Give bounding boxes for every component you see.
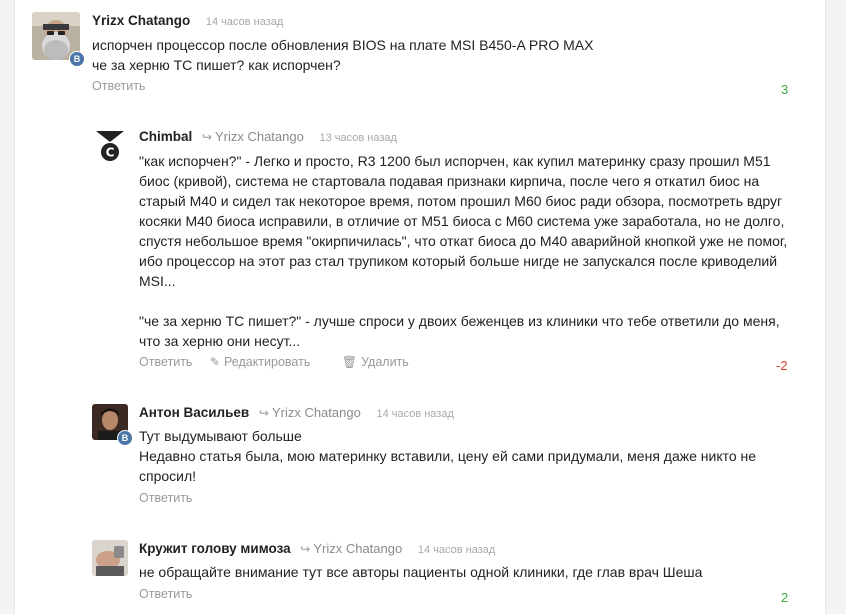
comment-actions: Ответить — [139, 587, 206, 601]
comment-text: "как испорчен?" - Легко и просто, R3 120… — [139, 151, 799, 351]
reply-button[interactable]: Ответить — [92, 79, 145, 93]
rating-score: 2 — [781, 590, 789, 605]
edit-button[interactable]: ✎ Редактировать — [210, 355, 324, 369]
author-name[interactable]: Антон Васильев — [139, 405, 249, 420]
reply-arrow-icon: ↪ — [201, 130, 212, 144]
text-line: испорчен процессор после обновления BIOS… — [92, 37, 594, 53]
copyright-logo-avatar[interactable]: C — [93, 128, 127, 164]
comment-text: не обращайте внимание тут все авторы пац… — [139, 562, 799, 582]
text-line: Тут выдумывают больше — [139, 428, 302, 444]
text-line: старый M40 и сидел так некоторое время, … — [139, 193, 783, 209]
vk-badge-label: B — [73, 54, 81, 64]
text-line: Недавно статья была, мою материнку встав… — [139, 448, 757, 464]
comment-header: Chimbal ↪ Yrizx Chatango 13 часов назад — [139, 129, 397, 144]
text-line: че за херню ТС пишет? как испорчен? — [92, 57, 341, 73]
text-line: спросил! — [139, 468, 197, 484]
vk-badge-label: B — [121, 433, 129, 443]
timestamp[interactable]: 14 часов назад — [418, 544, 495, 556]
svg-text:C: C — [106, 146, 115, 160]
author-name[interactable]: Chimbal — [139, 129, 192, 144]
comment-actions: Ответить — [139, 491, 206, 505]
text-line: ибо процессор на этот раз стал трупиком … — [139, 253, 778, 269]
vk-badge: B — [69, 51, 85, 67]
text-line: биос (кривой), система не стартовала под… — [139, 173, 760, 189]
text-line: косяки M40 биоса исправили, в отличие от… — [139, 213, 785, 229]
reply-to-name: Yrizx Chatango — [313, 541, 403, 556]
pencil-icon: ✎ — [209, 355, 220, 369]
comment-actions: Ответить ✎ Редактировать 🗑 Удалить — [139, 355, 437, 369]
delete-button[interactable]: 🗑 Удалить — [342, 355, 423, 369]
reply-button[interactable]: Ответить — [139, 355, 192, 369]
comment-actions: Ответить — [92, 79, 159, 93]
text-line: "как испорчен?" - Легко и просто, R3 120… — [139, 153, 771, 169]
reply-to-name: Yrizx Chatango — [271, 405, 361, 420]
comment-header: Антон Васильев ↪ Yrizx Chatango 14 часов … — [139, 405, 454, 420]
hand-photo-avatar[interactable] — [92, 540, 128, 576]
reply-to-link[interactable]: ↪ Yrizx Chatango — [259, 405, 361, 420]
reply-to-link[interactable]: ↪ Yrizx Chatango — [300, 541, 402, 556]
rating-score: 3 — [781, 82, 789, 97]
delete-label: Удалить — [361, 355, 409, 369]
comment-text: Тут выдумывают больше Недавно статья был… — [139, 426, 799, 486]
text-line: что за херню они несут... — [139, 333, 301, 349]
text-line: "че за херню ТС пишет?" - лучше спроси у… — [139, 313, 780, 329]
comment-1: B Yrizx Chatango 14 часов назад испорчен… — [15, 0, 825, 100]
comment-3: B Антон Васильев ↪ Yrizx Chatango 14 часо… — [15, 395, 825, 515]
reply-arrow-icon: ↪ — [300, 542, 311, 556]
edit-label: Редактировать — [223, 355, 311, 369]
comments-panel: B Yrizx Chatango 14 часов назад испорчен… — [14, 0, 826, 614]
author-name[interactable]: Yrizx Chatango — [92, 13, 190, 28]
trash-icon: 🗑 — [341, 355, 358, 369]
reply-to-link[interactable]: ↪ Yrizx Chatango — [202, 129, 304, 144]
reply-button[interactable]: Ответить — [139, 491, 192, 505]
author-name[interactable]: Кружит голову мимоза — [139, 541, 291, 556]
text-line — [139, 291, 799, 311]
timestamp[interactable]: 14 часов назад — [206, 16, 283, 28]
timestamp[interactable]: 14 часов назад — [376, 408, 453, 420]
comment-text: испорчен процессор после обновления BIOS… — [92, 35, 782, 75]
timestamp[interactable]: 13 часов назад — [319, 132, 396, 144]
text-line: MSI... — [139, 273, 176, 289]
comment-header: Yrizx Chatango 14 часов назад — [92, 13, 283, 28]
reply-arrow-icon: ↪ — [258, 406, 269, 420]
comment-2: C Chimbal ↪ Yrizx Chatango 13 часов назад… — [15, 118, 825, 378]
reply-button[interactable]: Ответить — [139, 587, 192, 601]
text-line: спустя небольшое время "окирпичилась", ч… — [139, 233, 788, 249]
comment-header: Кружит голову мимоза ↪ Yrizx Chatango 14 … — [139, 541, 495, 556]
rating-score: -2 — [776, 358, 788, 373]
vk-badge: B — [117, 430, 133, 446]
comment-4: Кружит голову мимоза ↪ Yrizx Chatango 14 … — [15, 532, 825, 614]
reply-to-name: Yrizx Chatango — [214, 129, 304, 144]
text-line: не обращайте внимание тут все авторы пац… — [139, 564, 703, 580]
